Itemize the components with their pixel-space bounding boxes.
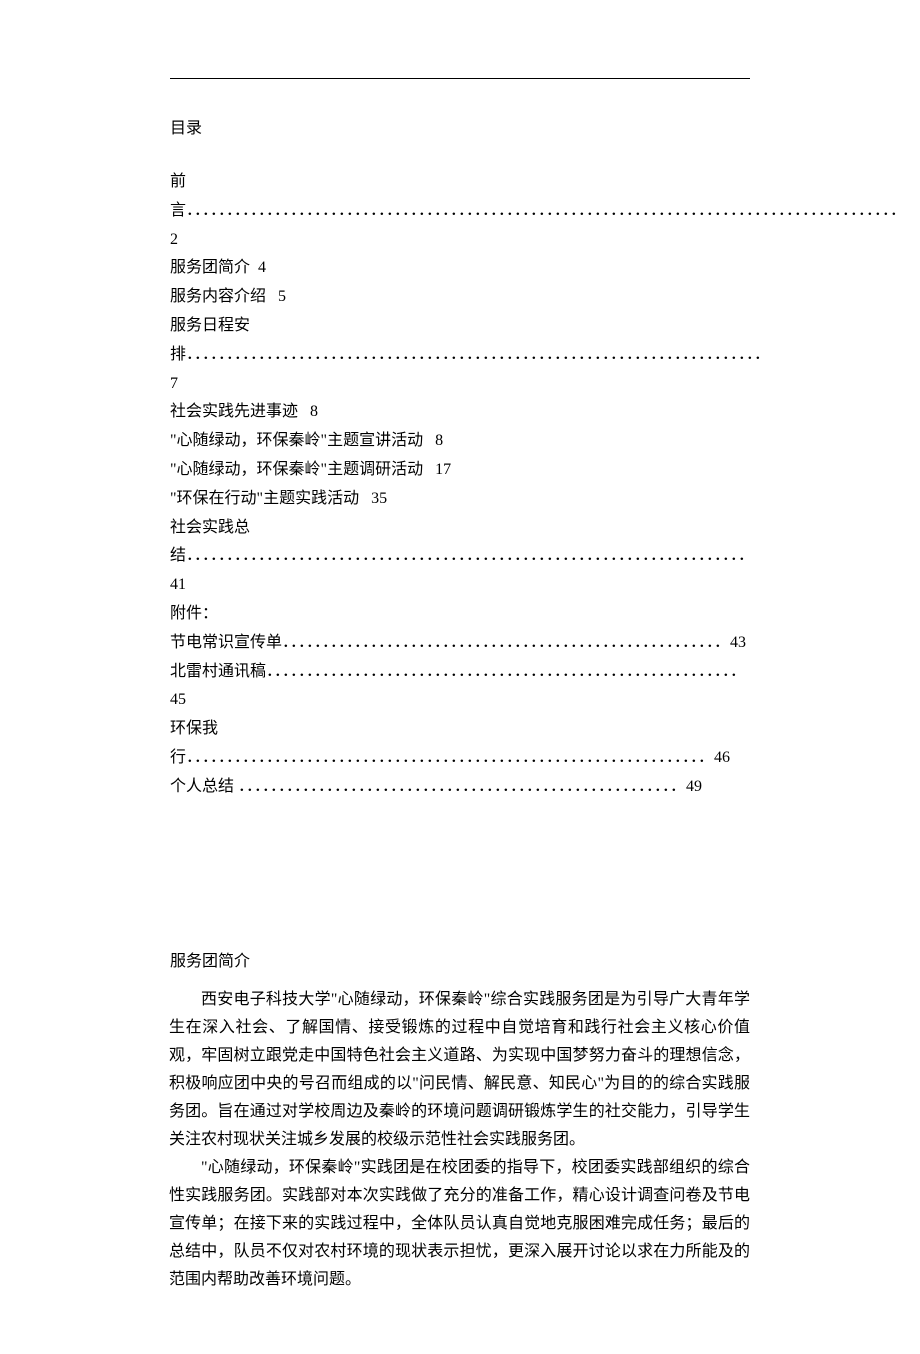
toc-page: 8 [435, 432, 443, 449]
toc-page: 5 [278, 288, 286, 305]
toc-entry-appendix: 附件： [170, 600, 750, 629]
toc-entry-foreword: 前言．．．．．．．．．．．．．．．．．．．．．．．．．．．．．．．．．．．．．．… [170, 168, 750, 254]
toc-page: 35 [371, 490, 387, 507]
toc-page: 17 [435, 461, 451, 478]
intro-paragraph-1: 西安电子科技大学"心随绿动，环保秦岭"综合实践服务团是为引导广大青年学生在深入社… [169, 986, 750, 1154]
document-page: 目录 前言．．．．．．．．．．．．．．．．．．．．．．．．．．．．．．．．．．．… [0, 0, 920, 1354]
toc-text: 服务内容介绍 [170, 288, 266, 305]
toc-text: "环保在行动"主题实践活动 [170, 490, 359, 507]
toc-text: 个人总结 [170, 778, 238, 795]
toc-text: 服务团简介 [170, 259, 250, 276]
toc-text: 节电常识宣传单 [170, 634, 282, 651]
table-of-contents: 前言 ．．．．．．．．．．．．．．．．．．．．．．．．．．．．．．．．．．．．．．… [170, 168, 750, 802]
intro-paragraph-2: "心随绿动，环保秦岭"实践团是在校团委的指导下，校团委实践部组织的综合性实践服务… [169, 1154, 750, 1294]
toc-dots: ．．．．．．．．．．．．．．．．．．．．．．．．．．．．．．．．．．．．．．．．… [282, 634, 730, 651]
toc-page: 7 [170, 375, 178, 392]
toc-text: "心随绿动，环保秦岭"主题调研活动 [170, 461, 423, 478]
toc-dots: ．．．．．．．．．．．．．．．．．．．．．．．．．．．．．．．．．．．．．．．．… [238, 778, 686, 795]
toc-dots: ．．．．．．．．．．．．．．．．．．．．．．．．．．．．．．．．．．．．．．．．… [186, 202, 906, 219]
toc-page: 4 [258, 259, 266, 276]
toc-entry-power-flyer: 节电常识宣传单．．．．．．．．．．．．．．．．．．．．．．．．．．．．．．．．．… [170, 629, 750, 658]
vertical-spacer [170, 802, 750, 947]
toc-entry-theme-research: "心随绿动，环保秦岭"主题调研活动 17 [170, 456, 750, 485]
toc-dots: ．．．．．．．．．．．．．．．．．．．．．．．．．．．．．．．．．．．．．．．．… [186, 547, 754, 564]
toc-text: 北雷村通讯稿 [170, 663, 266, 680]
toc-page: 41 [170, 576, 186, 593]
toc-page: 45 [170, 691, 186, 708]
toc-text: 社会实践先进事迹 [170, 403, 298, 420]
section-heading-intro: 服务团简介 [170, 947, 750, 971]
toc-entry-personal-summary: 个人总结 ．．．．．．．．．．．．．．．．．．．．．．．．．．．．．．．．．．．… [170, 773, 750, 802]
toc-heading: 目录 [170, 114, 750, 138]
toc-text: 附件： [170, 605, 218, 622]
toc-page: 46 [714, 749, 730, 766]
toc-entry-intro: 服务团简介 4 [170, 254, 750, 283]
toc-entry-env-action: "环保在行动"主题实践活动 35 [170, 485, 750, 514]
toc-page: 2 [170, 231, 178, 248]
toc-entry-env-me: 环保我行．．．．．．．．．．．．．．．．．．．．．．．．．．．．．．．．．．．．… [170, 715, 750, 773]
toc-dots: ．．．．．．．．．．．．．．．．．．．．．．．．．．．．．．．．．．．．．．．．… [186, 749, 714, 766]
toc-entry-theme-lecture: "心随绿动，环保秦岭"主题宣讲活动 8 [170, 427, 750, 456]
toc-entry-beilei-news: 北雷村通讯稿．．．．．．．．．．．．．．．．．．．．．．．．．．．．．．．．．．… [170, 658, 750, 716]
toc-entry-schedule: 服务日程安排．．．．．．．．．．．．．．．．．．．．．．．．．．．．．．．．．．… [170, 312, 750, 398]
toc-dots: ．．．．．．．．．．．．．．．．．．．．．．．．．．．．．．．．．．．．．．．．… [186, 346, 770, 363]
toc-entry-service-content: 服务内容介绍 5 [170, 283, 750, 312]
toc-entry-summary: 社会实践总结．．．．．．．．．．．．．．．．．．．．．．．．．．．．．．．．．．… [170, 514, 750, 600]
toc-text: 前言 [170, 173, 186, 219]
page-header-rule [170, 78, 750, 79]
toc-text: "心随绿动，环保秦岭"主题宣讲活动 [170, 432, 423, 449]
toc-page: 49 [686, 778, 702, 795]
toc-entry-practice-deeds: 社会实践先进事迹 8 [170, 398, 750, 427]
toc-page: 8 [310, 403, 318, 420]
toc-page: 43 [730, 634, 746, 651]
toc-dots: ．．．．．．．．．．．．．．．．．．．．．．．．．．．．．．．．．．．．．．．．… [266, 663, 746, 680]
